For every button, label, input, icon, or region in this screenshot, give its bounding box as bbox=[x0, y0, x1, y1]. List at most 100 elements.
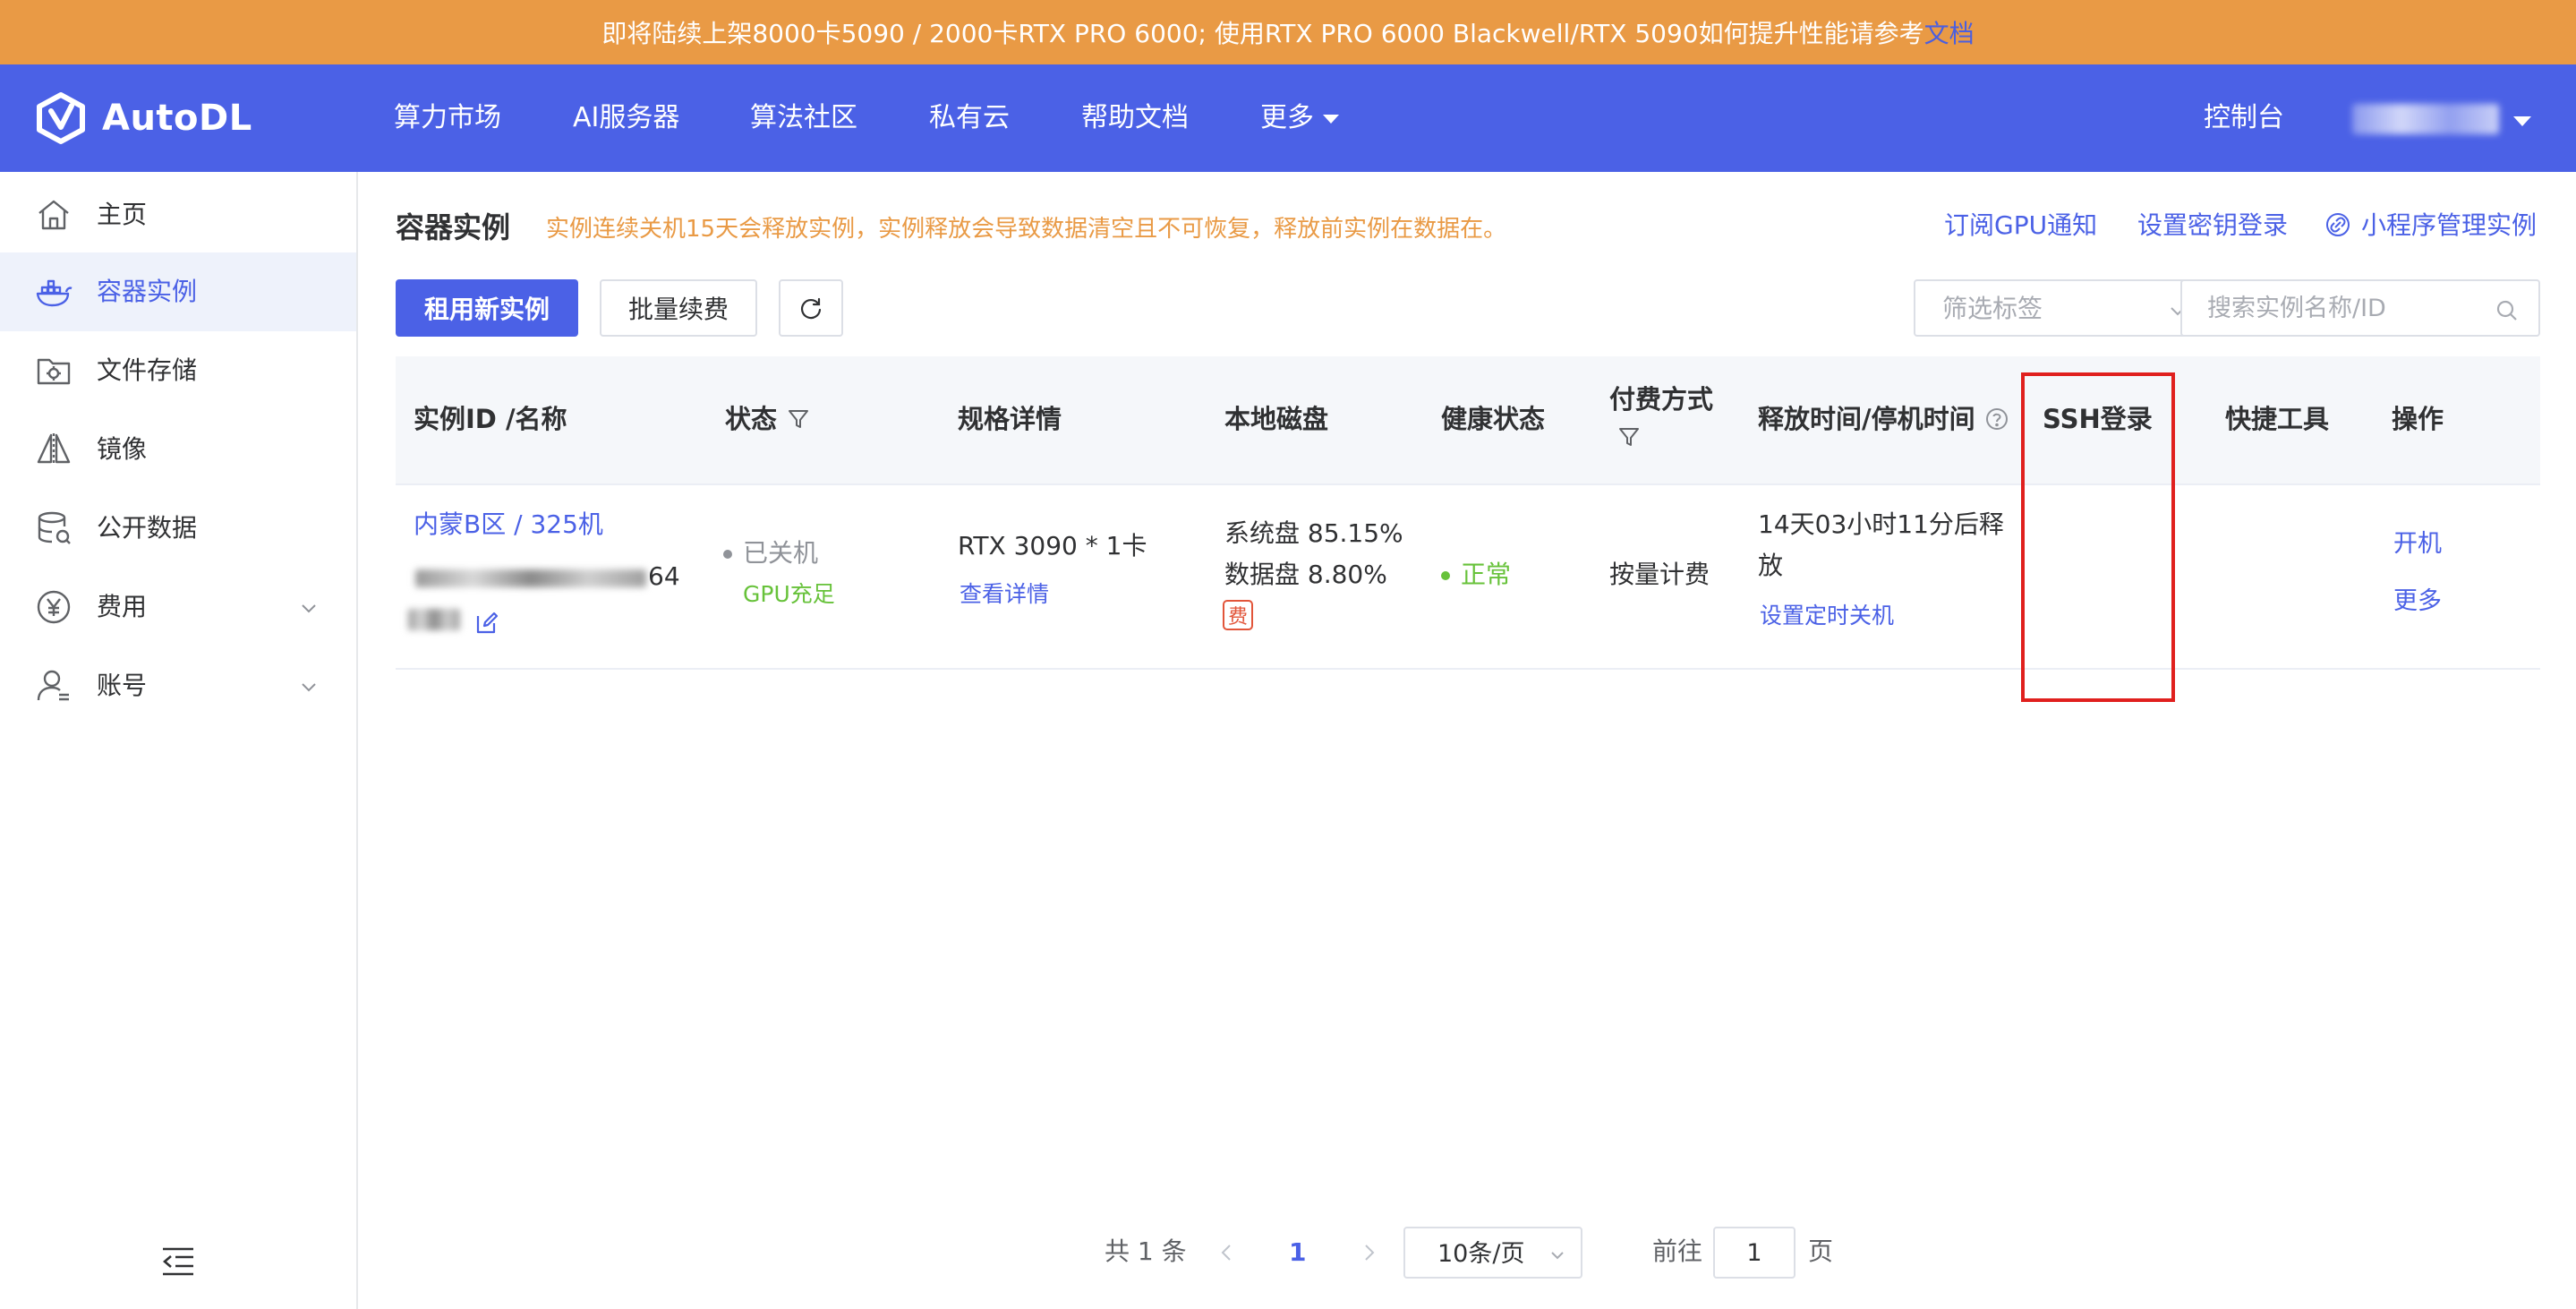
instance-id-redacted bbox=[415, 569, 646, 587]
sidebar: 主页 容器实例 文件存储 镜像 公开数据 费用 账号 bbox=[0, 172, 358, 1309]
nav-item-private-cloud[interactable]: 私有云 bbox=[929, 100, 1010, 136]
user-name-redacted[interactable] bbox=[2352, 104, 2499, 134]
instance-status: 已关机 bbox=[723, 535, 818, 571]
nav-more-label: 更多 bbox=[1260, 102, 1314, 133]
pagination-goto-field[interactable] bbox=[1713, 1227, 1796, 1279]
link-circle-icon bbox=[2326, 213, 2350, 236]
filter-icon[interactable] bbox=[786, 406, 811, 432]
sidebar-item-label: 费用 bbox=[97, 592, 148, 621]
brand-name: AutoDL bbox=[102, 98, 252, 139]
instance-name-link[interactable]: 内蒙B区 / 325机 bbox=[414, 507, 603, 543]
miniprogram-link[interactable]: 小程序管理实例 bbox=[2325, 208, 2537, 244]
pagination-goto-label: 前往 bbox=[1652, 1236, 1703, 1266]
page-size-select[interactable]: 10条/页 bbox=[1403, 1227, 1582, 1279]
sidebar-item-public-data[interactable]: 公开数据 bbox=[0, 489, 356, 568]
table-row: 内蒙B区 / 325机 64 已关机 GPU充足 RTX 3090 * 1卡 查… bbox=[396, 485, 2540, 670]
column-header-status-label: 状态 bbox=[725, 404, 778, 434]
sidebar-item-images[interactable]: 镜像 bbox=[0, 410, 356, 489]
tag-filter-select[interactable]: 筛选标签 bbox=[1914, 279, 2211, 337]
chevron-left-icon[interactable] bbox=[1215, 1241, 1239, 1264]
column-header-tools: 快捷工具 bbox=[2225, 404, 2330, 434]
chevron-down-icon bbox=[302, 604, 316, 613]
autodl-logo-icon bbox=[37, 92, 85, 144]
user-menu-caret-icon[interactable] bbox=[2513, 116, 2531, 126]
instance-id-suffix: 64 bbox=[648, 561, 680, 591]
subscribe-gpu-link[interactable]: 订阅GPU通知 bbox=[1944, 208, 2097, 244]
sidebar-item-containers[interactable]: 容器实例 bbox=[0, 252, 356, 331]
table-header: 实例ID /名称 状态 规格详情 本地磁盘 健康状态 付费方式 释放时间/停机时… bbox=[396, 356, 2540, 485]
batch-renew-button[interactable]: 批量续费 bbox=[600, 279, 757, 337]
gpu-availability: GPU充足 bbox=[743, 581, 835, 607]
collapse-sidebar-icon[interactable] bbox=[159, 1243, 197, 1280]
view-spec-details-link[interactable]: 查看详情 bbox=[960, 577, 1049, 612]
instance-status-label: 已关机 bbox=[743, 538, 819, 568]
yuan-icon bbox=[37, 590, 71, 624]
data-disk-usage: 数据盘 8.80% bbox=[1224, 560, 1387, 589]
sidebar-item-home[interactable]: 主页 bbox=[0, 175, 356, 254]
release-time-line2: 放 bbox=[1758, 551, 1784, 580]
health-status: 正常 bbox=[1441, 557, 1511, 593]
column-header-billing: 付费方式 bbox=[1609, 384, 1714, 415]
column-header-actions: 操作 bbox=[2392, 404, 2444, 434]
nav-item-help-docs[interactable]: 帮助文档 bbox=[1081, 100, 1189, 136]
top-navigation: AutoDL 算力市场 AI服务器 算法社区 私有云 帮助文档 更多 控制台 bbox=[0, 64, 2576, 172]
tag-filter-placeholder: 筛选标签 bbox=[1942, 294, 2043, 323]
edit-icon[interactable] bbox=[474, 611, 499, 636]
sidebar-item-billing[interactable]: 费用 bbox=[0, 568, 356, 646]
scheduled-shutdown-link[interactable]: 设置定时关机 bbox=[1760, 598, 1894, 634]
fee-badge: 费 bbox=[1223, 600, 1253, 630]
column-header-spec: 规格详情 bbox=[958, 404, 1062, 434]
rent-new-instance-button[interactable]: 租用新实例 bbox=[396, 279, 578, 337]
page-title: 容器实例 bbox=[396, 210, 511, 244]
column-header-release-label: 释放时间/停机时间 bbox=[1758, 404, 1975, 434]
refresh-icon bbox=[800, 297, 822, 320]
refresh-button[interactable] bbox=[779, 279, 843, 337]
page-size-value: 10条/页 bbox=[1437, 1240, 1525, 1268]
miniprogram-link-label: 小程序管理实例 bbox=[2361, 210, 2538, 240]
search-icon bbox=[2496, 300, 2517, 321]
sidebar-item-label: 容器实例 bbox=[97, 277, 198, 306]
gpu-spec: RTX 3090 * 1卡 bbox=[958, 531, 1147, 560]
instance-search-input[interactable] bbox=[2207, 290, 2494, 326]
help-circle-icon[interactable] bbox=[1984, 406, 2009, 432]
column-header-disk: 本地磁盘 bbox=[1224, 404, 1329, 434]
billing-mode: 按量计费 bbox=[1609, 560, 1710, 589]
start-instance-link[interactable]: 开机 bbox=[2393, 526, 2442, 562]
more-actions-link[interactable]: 更多 bbox=[2393, 584, 2442, 620]
column-header-release: 释放时间/停机时间 bbox=[1758, 401, 2009, 437]
container-icon bbox=[36, 279, 73, 307]
key-login-link[interactable]: 设置密钥登录 bbox=[2137, 208, 2288, 244]
ssh-column-highlight bbox=[2021, 372, 2175, 702]
sidebar-item-file-storage[interactable]: 文件存储 bbox=[0, 331, 356, 410]
chevron-right-icon[interactable] bbox=[1357, 1241, 1380, 1264]
pagination-total: 共 1 条 bbox=[1105, 1236, 1187, 1266]
nav-item-compute-market[interactable]: 算力市场 bbox=[394, 100, 501, 136]
status-dot-icon bbox=[723, 550, 732, 559]
instance-search-field[interactable] bbox=[2180, 279, 2540, 337]
column-header-status[interactable]: 状态 bbox=[725, 401, 811, 437]
sidebar-item-label: 镜像 bbox=[97, 434, 148, 464]
filter-icon[interactable] bbox=[1616, 424, 1642, 449]
nav-item-ai-server[interactable]: AI服务器 bbox=[573, 100, 679, 136]
mirror-icon bbox=[37, 433, 71, 466]
user-icon bbox=[37, 670, 69, 701]
chevron-down-icon bbox=[1551, 1252, 1564, 1260]
nav-console[interactable]: 控制台 bbox=[2204, 100, 2284, 136]
banner-doc-link[interactable]: 文档 bbox=[1924, 14, 1975, 50]
database-icon bbox=[38, 511, 71, 544]
release-time-line1: 14天03小时11分后释 bbox=[1758, 509, 2004, 539]
nav-item-more[interactable]: 更多 bbox=[1260, 100, 1339, 136]
column-header-id: 实例ID /名称 bbox=[414, 404, 567, 434]
column-header-health: 健康状态 bbox=[1441, 404, 1546, 434]
pagination-page-unit: 页 bbox=[1808, 1236, 1834, 1266]
pagination-current-page[interactable]: 1 bbox=[1289, 1236, 1306, 1270]
pagination-goto-input[interactable] bbox=[1715, 1228, 1794, 1277]
nav-item-algorithm-community[interactable]: 算法社区 bbox=[750, 100, 857, 136]
sidebar-item-account[interactable]: 账号 bbox=[0, 646, 356, 725]
home-icon bbox=[38, 200, 69, 230]
instance-tag-redacted bbox=[408, 609, 460, 630]
release-warning-text: 实例连续关机15天会释放实例，实例释放会导致数据清空且不可恢复，释放前实例在数据… bbox=[546, 216, 1507, 243]
folder-icon bbox=[37, 358, 71, 385]
sidebar-item-label: 账号 bbox=[97, 671, 148, 700]
brand-logo[interactable]: AutoDL bbox=[34, 91, 252, 145]
